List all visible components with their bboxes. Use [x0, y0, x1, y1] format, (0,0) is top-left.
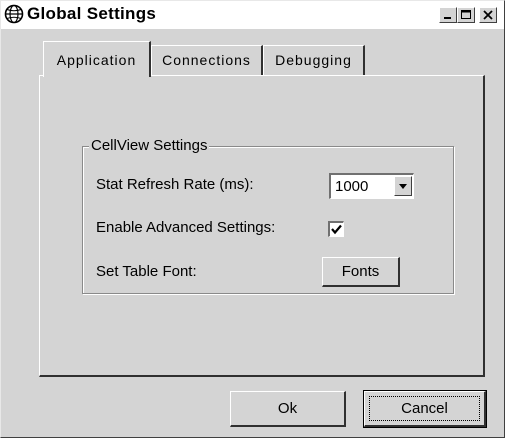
fonts-button-label: Fonts	[341, 263, 380, 280]
minimize-icon	[444, 17, 451, 19]
maximize-icon	[461, 10, 471, 19]
stat-refresh-label: Stat Refresh Rate (ms):	[96, 176, 254, 193]
advanced-settings-label: Enable Advanced Settings:	[96, 219, 276, 236]
chevron-down-icon	[399, 184, 407, 189]
stat-refresh-value: 1000	[335, 178, 369, 195]
tab-panel-application: CellView Settings Stat Refresh Rate (ms)…	[39, 75, 485, 377]
tab-connections[interactable]: Connections	[151, 45, 263, 75]
cancel-button[interactable]: Cancel	[363, 390, 487, 428]
stat-refresh-dropdown[interactable]: 1000	[329, 173, 414, 199]
minimize-button[interactable]	[439, 7, 457, 23]
advanced-settings-checkbox[interactable]	[328, 221, 344, 237]
tab-debugging-label: Debugging	[275, 52, 352, 68]
globe-icon[interactable]	[4, 4, 24, 24]
ok-button[interactable]: Ok	[230, 391, 346, 427]
tab-debugging[interactable]: Debugging	[263, 45, 365, 75]
dropdown-button[interactable]	[394, 176, 412, 196]
fonts-button[interactable]: Fonts	[322, 257, 400, 287]
tab-application[interactable]: Application	[43, 41, 151, 77]
close-icon	[483, 10, 493, 20]
group-legend: CellView Settings	[89, 137, 210, 154]
checkmark-icon	[331, 224, 342, 235]
global-settings-window: Global Settings Application Connections …	[0, 0, 505, 438]
close-button[interactable]	[479, 7, 497, 23]
ok-button-label: Ok	[277, 400, 298, 417]
title-bar[interactable]: Global Settings	[1, 1, 504, 29]
tab-connections-label: Connections	[162, 52, 251, 68]
table-font-label: Set Table Font:	[96, 263, 197, 280]
cancel-button-label: Cancel	[401, 400, 448, 417]
maximize-button[interactable]	[457, 7, 475, 23]
tab-application-label: Application	[56, 52, 137, 68]
window-title: Global Settings	[27, 4, 157, 23]
